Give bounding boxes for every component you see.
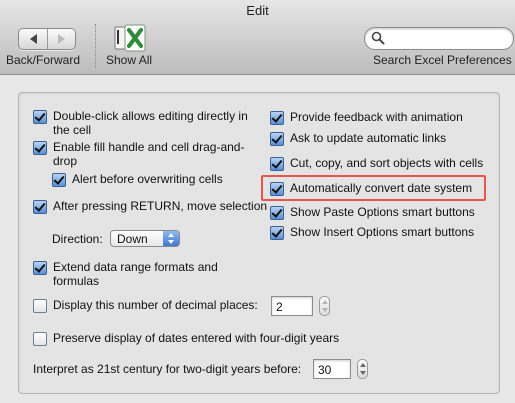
back-button[interactable] — [19, 29, 48, 49]
decimal-places-label: Display this number of decimal places: — [53, 298, 258, 312]
fill-handle-checkbox[interactable] — [33, 141, 47, 155]
forward-arrow-icon — [57, 34, 65, 44]
century-field[interactable]: 30 — [313, 359, 351, 379]
double-click-edit-checkbox[interactable] — [33, 110, 47, 124]
update-links-label: Ask to update automatic links — [290, 131, 447, 145]
double-click-edit-option[interactable]: Double-click allows editing directly in … — [33, 109, 248, 137]
paste-options-checkbox[interactable] — [270, 206, 284, 220]
popup-arrows-icon — [163, 231, 179, 246]
four-digit-years-checkbox[interactable] — [33, 332, 47, 346]
search-field[interactable] — [364, 27, 514, 50]
feedback-animation-option[interactable]: Provide feedback with animation — [270, 110, 463, 125]
after-return-label: After pressing RETURN, move selection — [53, 199, 268, 213]
show-all-icon[interactable] — [114, 24, 146, 52]
insert-options-label: Show Insert Options smart buttons — [290, 225, 475, 239]
fill-handle-option[interactable]: Enable fill handle and cell drag-and- dr… — [33, 140, 244, 168]
back-arrow-icon — [29, 34, 37, 44]
update-links-checkbox[interactable] — [270, 132, 284, 146]
toolbar-divider — [95, 24, 97, 68]
paste-options-label: Show Paste Options smart buttons — [290, 205, 475, 219]
auto-date-system-option[interactable]: Automatically convert date system — [270, 181, 472, 196]
double-click-edit-label: Double-click allows editing directly in … — [53, 109, 248, 137]
insert-options-option[interactable]: Show Insert Options smart buttons — [270, 225, 474, 240]
search-input[interactable] — [387, 29, 509, 48]
alert-overwrite-option[interactable]: Alert before overwriting cells — [52, 172, 223, 187]
update-links-option[interactable]: Ask to update automatic links — [270, 131, 446, 146]
window-toolbar: Edit Back/Forward Show All Search Excel … — [0, 0, 515, 75]
auto-date-system-label: Automatically convert date system — [290, 181, 473, 195]
feedback-animation-checkbox[interactable] — [270, 111, 284, 125]
cut-copy-sort-checkbox[interactable] — [270, 157, 284, 171]
back-forward-label: Back/Forward — [6, 53, 81, 67]
decimal-places-stepper[interactable] — [319, 296, 330, 316]
direction-label: Direction: — [52, 232, 103, 246]
after-return-option[interactable]: After pressing RETURN, move selection — [33, 199, 267, 214]
decimal-places-option[interactable]: Display this number of decimal places: — [33, 298, 258, 313]
direction-value: Down — [117, 232, 148, 246]
extend-range-checkbox[interactable] — [33, 261, 47, 275]
after-return-checkbox[interactable] — [33, 200, 47, 214]
paste-options-option[interactable]: Show Paste Options smart buttons — [270, 205, 475, 220]
forward-button[interactable] — [47, 29, 75, 49]
four-digit-years-option[interactable]: Preserve display of dates entered with f… — [33, 331, 339, 346]
auto-date-system-checkbox[interactable] — [270, 182, 284, 196]
search-label: Search Excel Preferences — [373, 53, 512, 67]
search-icon — [371, 31, 385, 45]
back-forward-control[interactable] — [18, 28, 76, 50]
alert-overwrite-checkbox[interactable] — [52, 173, 66, 187]
extend-range-label: Extend data range formats and formulas — [53, 260, 218, 288]
direction-popup[interactable]: Down — [110, 230, 180, 247]
alert-overwrite-label: Alert before overwriting cells — [72, 172, 223, 186]
decimal-places-field[interactable]: 2 — [271, 296, 313, 316]
extend-range-option[interactable]: Extend data range formats and formulas — [33, 260, 218, 288]
four-digit-years-label: Preserve display of dates entered with f… — [53, 331, 340, 345]
insert-options-checkbox[interactable] — [270, 226, 284, 240]
decimal-places-checkbox[interactable] — [33, 299, 47, 313]
show-all-button[interactable]: Show All — [106, 53, 152, 67]
cut-copy-sort-label: Cut, copy, and sort objects with cells — [290, 156, 484, 170]
century-label: Interpret as 21st century for two-digit … — [33, 362, 302, 376]
feedback-animation-label: Provide feedback with animation — [290, 110, 463, 124]
fill-handle-label: Enable fill handle and cell drag-and- dr… — [53, 140, 245, 168]
cut-copy-sort-option[interactable]: Cut, copy, and sort objects with cells — [270, 156, 483, 171]
window-title: Edit — [246, 3, 269, 18]
century-stepper[interactable] — [357, 359, 368, 379]
